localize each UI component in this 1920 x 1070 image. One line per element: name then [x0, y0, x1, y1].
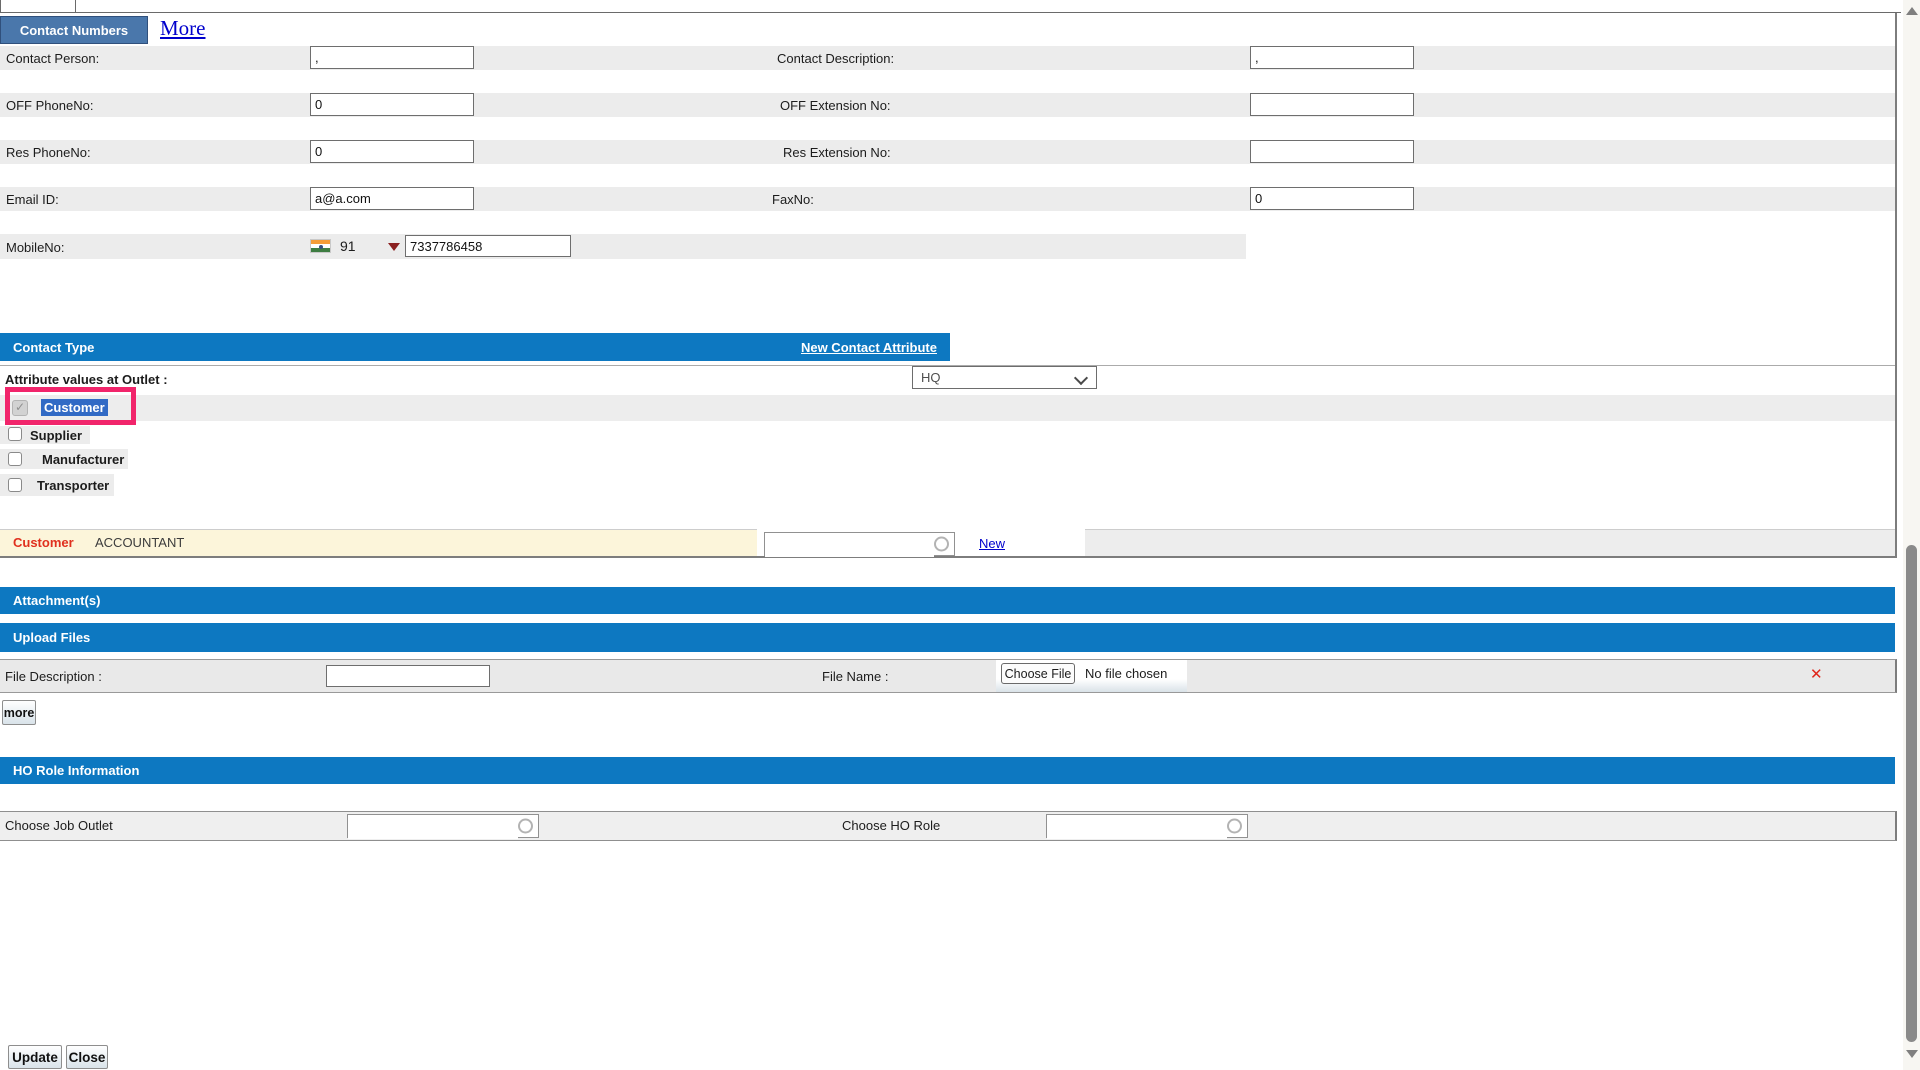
attribute-value-label: ACCOUNTANT: [95, 535, 185, 550]
mobile-label: MobileNo:: [6, 240, 65, 255]
top-divider-line: [0, 12, 1901, 13]
country-dropdown-arrow-icon[interactable]: [388, 243, 400, 251]
search-icon: [934, 536, 949, 552]
customer-checkbox[interactable]: ✓: [12, 400, 28, 416]
attachments-header-bar: Attachment(s): [0, 587, 1895, 614]
close-button-label: Close: [68, 1049, 106, 1065]
tab-more-link[interactable]: More: [160, 16, 206, 41]
upload-file-row: [0, 659, 1897, 693]
transporter-checkbox-label[interactable]: Transporter: [37, 478, 109, 493]
customer-row-band: [0, 395, 1895, 421]
row-contact-person: [0, 46, 1895, 70]
content-right-border: [1895, 13, 1897, 558]
file-description-label: File Description :: [5, 669, 102, 684]
tab-contact-numbers[interactable]: Contact Numbers: [0, 16, 148, 44]
ho-role-input[interactable]: [1047, 815, 1227, 839]
choose-file-button-label: Choose File: [1004, 666, 1072, 681]
ho-role-search-icon: [1227, 818, 1242, 834]
email-label: Email ID:: [6, 192, 59, 207]
new-attribute-value-link[interactable]: New: [979, 536, 1005, 551]
no-file-chosen-text: No file chosen: [1085, 666, 1168, 681]
contact-type-header-bar: Contact Type New Contact Attribute: [0, 333, 950, 361]
res-phone-input[interactable]: [310, 140, 474, 163]
contact-description-input[interactable]: [1250, 46, 1414, 69]
contact-person-label: Contact Person:: [6, 51, 100, 66]
outlet-select-value: HQ: [921, 370, 941, 385]
res-extension-input[interactable]: [1250, 140, 1414, 163]
attachments-title: Attachment(s): [13, 593, 101, 608]
ho-role-title: HO Role Information: [13, 763, 140, 778]
attribute-search-field[interactable]: [764, 532, 955, 557]
mobile-country-code: 91: [340, 238, 356, 254]
scrollbar-thumb[interactable]: [1906, 545, 1917, 1042]
more-button-label: more: [3, 705, 35, 720]
attribute-search-input[interactable]: [765, 533, 934, 557]
row-mobile: [0, 234, 1246, 259]
upload-files-title: Upload Files: [13, 630, 91, 645]
job-outlet-search-field[interactable]: [347, 814, 539, 839]
ho-role-search-field[interactable]: [1046, 814, 1248, 839]
res-phone-label: Res PhoneNo:: [6, 145, 91, 160]
chevron-down-icon: [1073, 370, 1089, 386]
ho-role-label: Choose HO Role: [842, 818, 941, 833]
off-phone-input[interactable]: [310, 93, 474, 116]
attribute-row-bottom-border: [0, 556, 1897, 558]
fax-input[interactable]: [1250, 187, 1414, 210]
job-outlet-search-icon: [518, 818, 533, 834]
customer-checkbox-label[interactable]: Customer: [41, 399, 108, 416]
supplier-checkbox[interactable]: [8, 427, 22, 441]
attribute-category-label: Customer: [13, 535, 74, 550]
attribute-row-right-cell: [1085, 529, 1895, 556]
more-button[interactable]: more: [2, 700, 36, 725]
update-button-label: Update: [12, 1049, 58, 1065]
top-left-stub-line: [0, 0, 1, 12]
off-extension-input[interactable]: [1250, 93, 1414, 116]
off-phone-label: OFF PhoneNo:: [6, 98, 94, 113]
transporter-checkbox[interactable]: [8, 478, 22, 492]
row-off-phone: [0, 93, 1895, 117]
contact-type-title: Contact Type: [13, 339, 95, 355]
fax-label: FaxNo:: [772, 192, 814, 207]
close-button[interactable]: Close: [66, 1045, 108, 1069]
supplier-checkbox-label[interactable]: Supplier: [30, 428, 82, 443]
scrollbar-down-arrow-icon[interactable]: [1906, 1050, 1918, 1058]
tab-contact-numbers-label: Contact Numbers: [19, 22, 129, 38]
ho-role-row: [0, 811, 1897, 841]
india-flag-icon: [310, 239, 331, 253]
job-outlet-input[interactable]: [348, 815, 518, 839]
mobile-input[interactable]: [405, 235, 571, 257]
manufacturer-checkbox[interactable]: [8, 452, 22, 466]
manufacturer-checkbox-label[interactable]: Manufacturer: [42, 452, 124, 467]
contact-person-input[interactable]: [310, 46, 474, 69]
top-stub-line: [75, 0, 76, 12]
attribute-values-label: Attribute values at Outlet :: [5, 372, 168, 387]
res-extension-label: Res Extension No:: [783, 145, 891, 160]
file-description-input[interactable]: [326, 665, 490, 687]
new-contact-attribute-link[interactable]: New Contact Attribute: [801, 340, 937, 355]
contact-edit-page: Contact Numbers More Contact Person: Con…: [0, 0, 1920, 1070]
choose-file-button[interactable]: Choose File: [1001, 663, 1075, 684]
scrollbar-up-arrow-icon[interactable]: [1906, 7, 1918, 15]
row-res-phone: [0, 140, 1895, 164]
upload-files-header-bar: Upload Files: [0, 623, 1895, 652]
email-input[interactable]: [310, 187, 474, 210]
remove-attachment-icon[interactable]: ✕: [1810, 665, 1823, 683]
off-extension-label: OFF Extension No:: [780, 98, 891, 113]
file-name-label: File Name :: [822, 669, 889, 684]
update-button[interactable]: Update: [8, 1045, 62, 1069]
outlet-select[interactable]: HQ: [912, 366, 1097, 389]
contact-description-label: Contact Description:: [777, 51, 895, 66]
row-email: [0, 187, 1895, 211]
job-outlet-label: Choose Job Outlet: [5, 818, 113, 833]
ho-role-header-bar: HO Role Information: [0, 757, 1895, 784]
